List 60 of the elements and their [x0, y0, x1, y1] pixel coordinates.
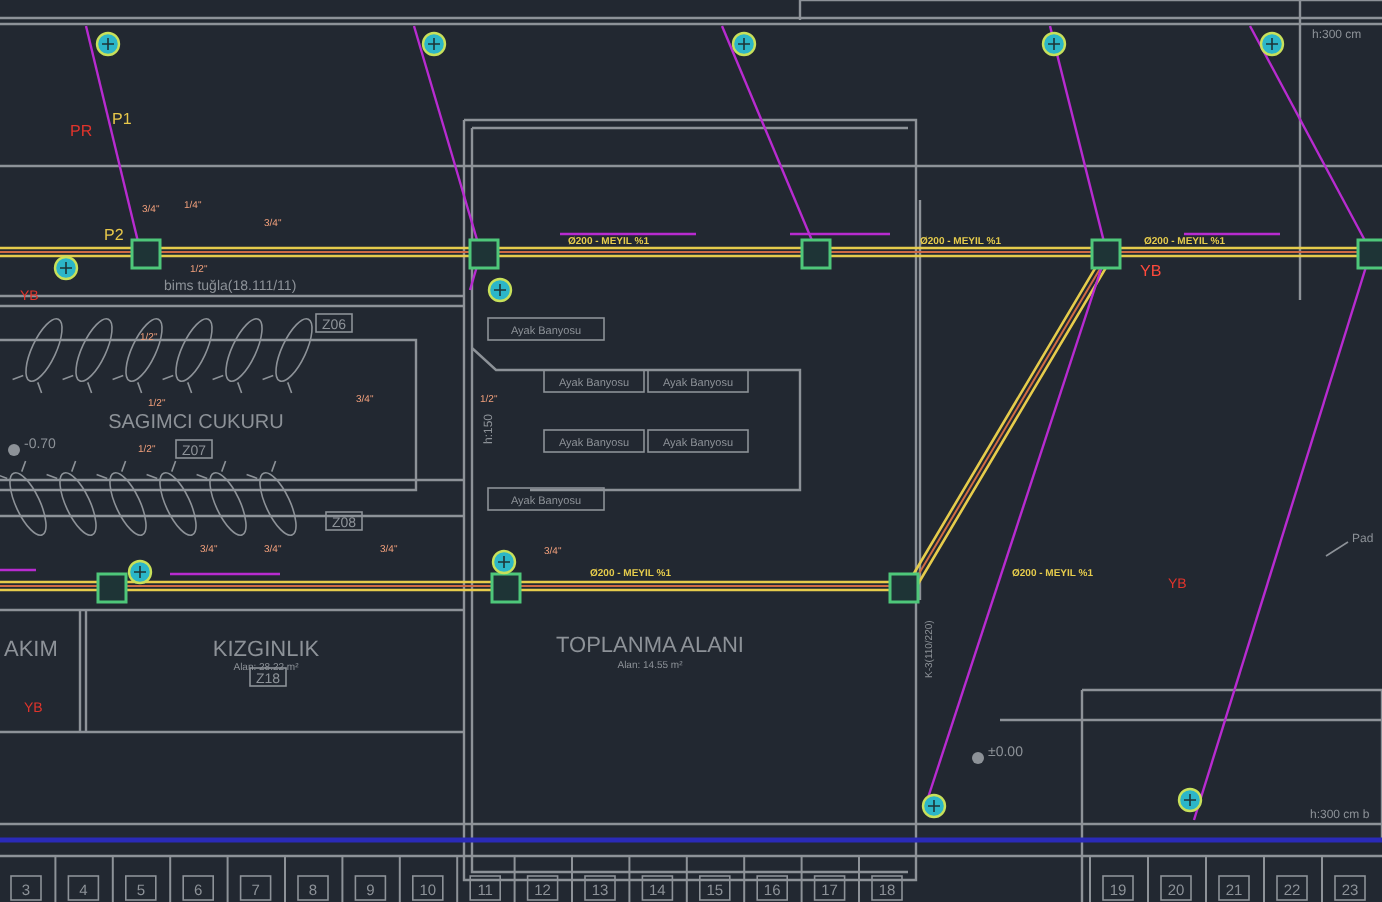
manhole-icon [490, 572, 522, 604]
stall-number-frame [67, 875, 100, 901]
marker-label: P1 [112, 110, 132, 128]
manhole-icon [1090, 238, 1122, 270]
stall-number-frame [354, 875, 387, 901]
stall-number-frame [813, 875, 846, 901]
valve-symbol-icon [95, 31, 121, 57]
valve-symbol-icon [491, 549, 517, 575]
level-mark-icon [8, 444, 20, 456]
stall-number-frame [182, 875, 214, 901]
footbath-frame [487, 317, 605, 341]
room-label: AKIM [4, 638, 58, 662]
zone-code-frame [325, 511, 363, 531]
zone-code-frame [315, 313, 353, 333]
valve-symbol-icon [421, 31, 447, 57]
leader-line [1325, 541, 1349, 557]
stall-number-frame [10, 875, 42, 901]
valve-symbol-icon [921, 793, 947, 819]
manhole-icon [468, 238, 500, 270]
valve-symbol-icon [487, 277, 513, 303]
footbath-frame [543, 369, 645, 393]
footbath-frame [647, 369, 749, 393]
marker-label: P2 [104, 226, 124, 244]
stall-number-frame [297, 875, 329, 901]
stall-number-frame [125, 875, 157, 901]
valve-symbol-icon [53, 255, 79, 281]
stall-number-frame [756, 875, 788, 901]
marker-label: PR [70, 122, 93, 140]
room-label: KIZGINLIK [212, 638, 320, 662]
stall-number-frame [526, 875, 559, 901]
manhole-icon [800, 238, 832, 270]
valve-symbol-icon [731, 31, 757, 57]
stall-number-frame [699, 875, 731, 901]
level-mark-icon [972, 752, 984, 764]
footbath-frame [647, 429, 749, 453]
stall-number-frame [584, 875, 616, 901]
room-label: TOPLANMA ALANI [556, 634, 744, 658]
stall-number-frame [412, 875, 444, 901]
valve-symbol-icon [1177, 787, 1203, 813]
stall-number-frame [871, 875, 903, 901]
stall-number-frame [1160, 875, 1192, 901]
stall-number-frame [239, 875, 272, 901]
stall-number-frame [641, 875, 674, 901]
stall-number-frame [1102, 875, 1134, 901]
stall-number-frame [1334, 875, 1366, 901]
stall-number-frame [1276, 875, 1308, 901]
valve-symbol-icon [1259, 31, 1285, 57]
valve-symbol-icon [127, 559, 153, 585]
manhole-icon [96, 572, 128, 604]
zone-code-frame [175, 439, 213, 459]
room-label: SAGIMCI CUKURU [108, 412, 284, 434]
stall-number-frame [1218, 875, 1250, 901]
manhole-icon [888, 572, 920, 604]
footbath-frame [487, 487, 605, 511]
marker-label: YB [1140, 262, 1162, 280]
stall-number-frame [469, 875, 501, 901]
zone-code-frame [249, 667, 287, 687]
valve-symbol-icon [1041, 31, 1067, 57]
manhole-icon [130, 238, 162, 270]
footbath-frame [543, 429, 645, 453]
